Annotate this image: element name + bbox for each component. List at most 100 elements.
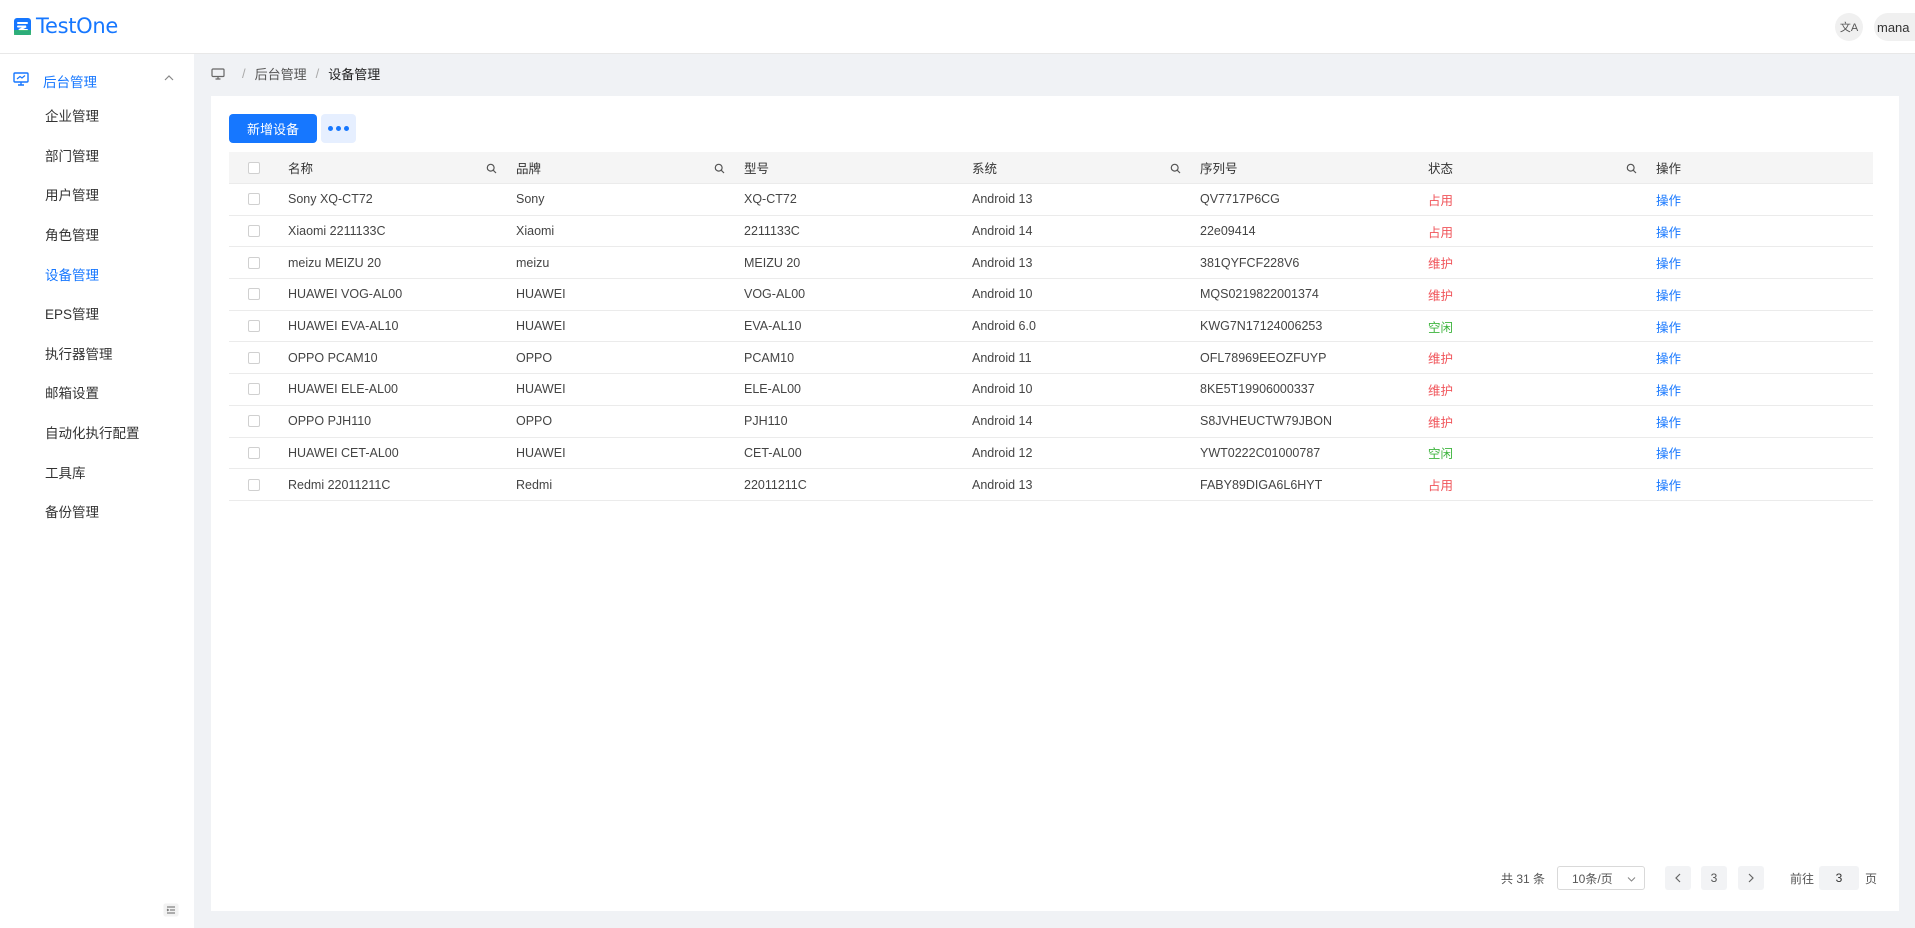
cell-model: 22011211C xyxy=(744,477,807,492)
breadcrumb-parent[interactable]: 后台管理 xyxy=(255,64,307,83)
row-checkbox[interactable] xyxy=(248,478,260,491)
cell-brand: OPPO xyxy=(516,350,553,365)
cell-name: HUAWEI EVA-AL10 xyxy=(288,319,399,334)
goto-page-input[interactable]: 3 xyxy=(1819,866,1859,890)
cell-status: 维护 xyxy=(1428,383,1454,398)
cell-serial: 8KE5T19906000337 xyxy=(1200,382,1315,397)
cell-system: Android 13 xyxy=(972,192,1033,207)
search-icon[interactable] xyxy=(1626,163,1637,174)
collapse-sidebar-icon[interactable] xyxy=(163,903,179,917)
sidebar-group-backend[interactable]: 后台管理 xyxy=(0,62,194,96)
cell-brand: Redmi xyxy=(516,477,553,492)
cell-name: Redmi 22011211C xyxy=(288,477,391,492)
row-operate-link[interactable]: 操作 xyxy=(1656,184,1681,215)
row-operate-link[interactable]: 操作 xyxy=(1656,247,1681,278)
search-icon[interactable] xyxy=(714,163,725,174)
sidebar-item-automation[interactable]: 自动化执行配置 xyxy=(45,422,140,442)
sidebar-item-roles[interactable]: 角色管理 xyxy=(45,224,99,244)
breadcrumb-separator: / xyxy=(242,66,246,81)
prev-page-button[interactable] xyxy=(1665,866,1691,890)
cell-serial: 22e09414 xyxy=(1200,224,1256,239)
row-checkbox[interactable] xyxy=(248,256,260,269)
cell-status: 维护 xyxy=(1428,288,1454,303)
header-ops: 操作 xyxy=(1656,162,1682,176)
home-monitor-icon[interactable] xyxy=(211,67,225,80)
sidebar-item-enterprise[interactable]: 企业管理 xyxy=(45,105,99,125)
sidebar-item-executors[interactable]: 执行器管理 xyxy=(45,343,113,363)
row-operate-link[interactable]: 操作 xyxy=(1656,406,1681,437)
row-checkbox[interactable] xyxy=(248,351,260,364)
row-checkbox[interactable] xyxy=(248,225,260,238)
search-icon[interactable] xyxy=(1170,163,1181,174)
row-operate-link[interactable]: 操作 xyxy=(1656,342,1681,373)
sidebar-item-eps[interactable]: EPS管理 xyxy=(45,303,99,323)
more-dots-icon xyxy=(328,126,333,131)
sidebar-item-mail[interactable]: 邮箱设置 xyxy=(45,382,99,402)
table-header: 名称 品牌 型号 系统 序列号 状态 操作 xyxy=(229,152,1873,184)
breadcrumb-current: 设备管理 xyxy=(328,67,381,82)
row-checkbox[interactable] xyxy=(248,193,260,206)
row-checkbox[interactable] xyxy=(248,320,260,333)
cell-status: 维护 xyxy=(1428,257,1454,272)
table-row: HUAWEI CET-AL00 HUAWEI CET-AL00 Android … xyxy=(229,438,1873,470)
row-operate-link[interactable]: 操作 xyxy=(1656,311,1681,342)
header-status: 状态 xyxy=(1428,162,1454,176)
user-menu[interactable]: mana xyxy=(1874,13,1915,41)
user-name: mana xyxy=(1877,19,1910,35)
add-device-button[interactable]: 新增设备 xyxy=(229,114,317,143)
search-icon[interactable] xyxy=(486,163,497,174)
row-checkbox[interactable] xyxy=(248,415,260,428)
cell-serial: FABY89DIGA6L6HYT xyxy=(1200,477,1323,492)
cell-status: 维护 xyxy=(1428,415,1454,430)
cell-status: 占用 xyxy=(1428,225,1454,240)
cell-name: OPPO PCAM10 xyxy=(288,350,378,365)
header-model: 型号 xyxy=(744,162,770,176)
row-operate-link[interactable]: 操作 xyxy=(1656,469,1681,500)
cell-system: Android 12 xyxy=(972,445,1033,460)
testone-logo-icon xyxy=(14,17,31,35)
device-table: 名称 品牌 型号 系统 序列号 状态 操作 Sony XQ-CT72 Sony … xyxy=(229,152,1873,501)
breadcrumb-separator: / xyxy=(315,66,320,81)
row-checkbox[interactable] xyxy=(248,288,260,301)
page-size-select[interactable]: 10条/页 xyxy=(1557,866,1645,890)
row-checkbox[interactable] xyxy=(248,383,260,396)
table-row: Xiaomi 2211133C Xiaomi 2211133C Android … xyxy=(229,216,1873,248)
row-operate-link[interactable]: 操作 xyxy=(1656,279,1681,310)
sidebar-item-users[interactable]: 用户管理 xyxy=(45,184,99,204)
cell-system: Android 10 xyxy=(972,287,1033,302)
select-all-checkbox[interactable] xyxy=(248,161,260,174)
current-page-button[interactable]: 3 xyxy=(1701,866,1727,890)
sidebar-item-toolbox[interactable]: 工具库 xyxy=(45,462,86,482)
table-row: HUAWEI VOG-AL00 HUAWEI VOG-AL00 Android … xyxy=(229,279,1873,311)
sidebar-item-devices[interactable]: 设备管理 xyxy=(45,264,99,284)
row-operate-link[interactable]: 操作 xyxy=(1656,216,1681,247)
more-actions-button[interactable] xyxy=(321,114,356,143)
chevron-down-icon xyxy=(1627,877,1636,882)
row-checkbox[interactable] xyxy=(248,446,260,459)
top-header: TestOne 文A mana xyxy=(0,0,1915,54)
header-system: 系统 xyxy=(972,162,998,176)
cell-brand: meizu xyxy=(516,255,550,270)
app-logo[interactable]: TestOne xyxy=(13,14,118,38)
cell-serial: MQS0219822001374 xyxy=(1200,287,1319,302)
cell-name: HUAWEI ELE-AL00 xyxy=(288,382,398,397)
next-page-button[interactable] xyxy=(1738,866,1764,890)
cell-name: OPPO PJH110 xyxy=(288,414,372,429)
cell-brand: HUAWEI xyxy=(516,319,566,334)
header-brand: 品牌 xyxy=(516,162,542,176)
cell-model: VOG-AL00 xyxy=(744,287,806,302)
monitor-icon xyxy=(13,72,29,86)
chevron-right-icon xyxy=(1748,873,1754,883)
cell-system: Android 13 xyxy=(972,255,1033,270)
chevron-left-icon xyxy=(1675,873,1681,883)
language-switch-button[interactable]: 文A xyxy=(1835,13,1863,41)
goto-unit: 页 xyxy=(1865,871,1878,886)
sidebar-item-department[interactable]: 部门管理 xyxy=(45,145,99,165)
chevron-up-icon[interactable] xyxy=(163,72,175,84)
row-operate-link[interactable]: 操作 xyxy=(1656,438,1681,469)
cell-status: 占用 xyxy=(1428,479,1454,494)
table-row: HUAWEI EVA-AL10 HUAWEI EVA-AL10 Android … xyxy=(229,311,1873,343)
sidebar-item-backup[interactable]: 备份管理 xyxy=(45,501,99,521)
cell-brand: OPPO xyxy=(516,414,553,429)
row-operate-link[interactable]: 操作 xyxy=(1656,374,1681,405)
